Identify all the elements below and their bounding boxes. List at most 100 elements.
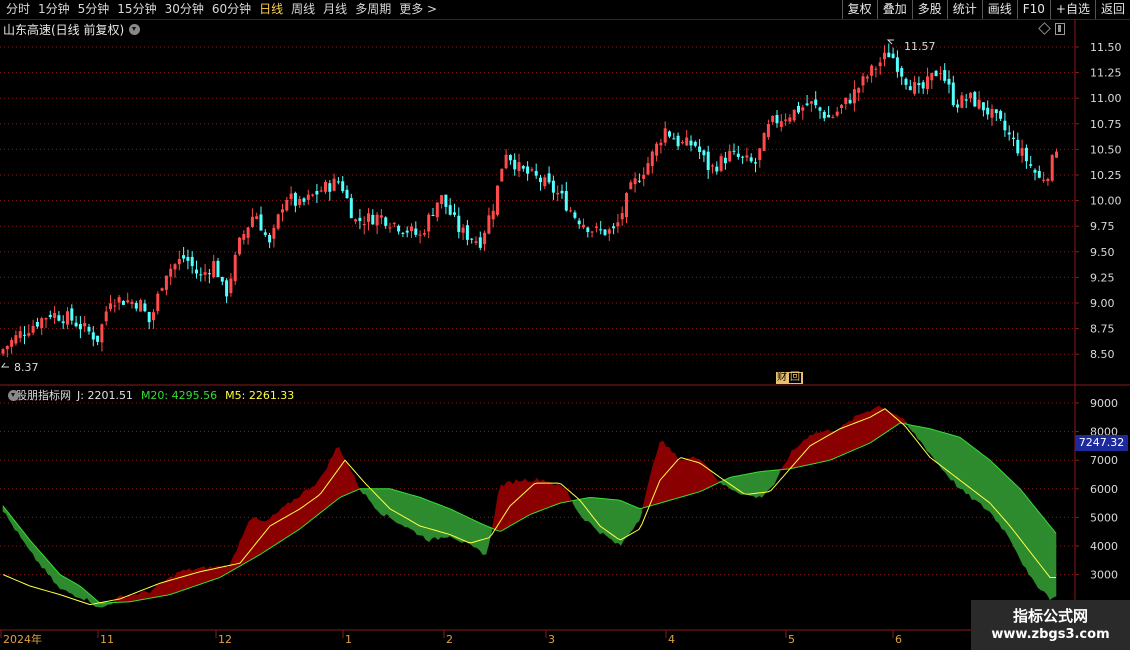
price-axis-label: 8.50: [1090, 348, 1115, 361]
price-axis-label: 10.75: [1090, 118, 1122, 131]
indicator-fill-segment: [1043, 517, 1048, 595]
indicator-fill-segment: [455, 511, 460, 542]
indicator-fill-segment: [806, 434, 811, 466]
indicator-fill-segment: [773, 469, 778, 485]
candle-up: [100, 324, 104, 343]
candle-down: [349, 198, 353, 219]
candle-down: [900, 68, 904, 77]
kline-chart[interactable]: 11.50 11.25 11.00 10.75 10.50 10.25 10.00 9.75 9…: [0, 0, 1130, 650]
indicator-fill-segment: [128, 595, 133, 603]
candle-down: [465, 225, 469, 240]
candle-up: [969, 92, 972, 99]
indicator-fill-segment: [437, 503, 442, 541]
indicator-fill-segment: [953, 435, 958, 488]
candle-up: [440, 195, 444, 204]
indicator-fill-segment: [338, 447, 343, 499]
indicator-fill-segment: [272, 513, 277, 547]
candle-up: [173, 264, 177, 270]
indicator-fill-segment: [194, 568, 199, 587]
candle-up: [250, 216, 254, 227]
indicator-fill-segment: [914, 425, 919, 439]
indicator-fill-segment: [776, 469, 781, 479]
indicator-fill-segment: [599, 498, 604, 535]
candle-down: [23, 334, 26, 336]
indicator-fill-segment: [866, 411, 871, 445]
candle-down: [216, 260, 220, 278]
candle-down: [405, 230, 409, 233]
indicator-fill-segment: [839, 423, 844, 457]
indicator-fill-segment: [659, 440, 664, 504]
price-axis-label: 9.75: [1090, 220, 1115, 233]
indicator-fill-segment: [422, 498, 427, 541]
indicator-fill-segment: [665, 446, 670, 502]
indicator-fill-segment: [641, 498, 646, 512]
candle-down: [848, 99, 852, 104]
candle-down: [182, 255, 186, 259]
candle-down: [414, 228, 418, 235]
candle-up: [719, 156, 723, 171]
indicator-fill-segment: [200, 566, 205, 585]
candle-up: [410, 226, 413, 232]
candle-down: [328, 183, 332, 192]
candle-up: [680, 142, 684, 144]
candle-up: [582, 224, 585, 228]
indicator-fill-segment: [365, 488, 370, 501]
indicator-fill-segment: [590, 497, 595, 528]
price-axis-label: 10.50: [1090, 143, 1122, 156]
candle-up: [913, 82, 917, 94]
candle-up: [530, 169, 534, 171]
candle-down: [947, 78, 951, 85]
indicator-fill-segment: [881, 408, 886, 436]
candle-down: [895, 57, 899, 72]
candle-up: [517, 162, 521, 171]
candle-down: [827, 114, 831, 118]
candle-down: [397, 225, 401, 232]
indicator-fill-segment: [623, 501, 628, 541]
indicator-fill-segment: [689, 456, 694, 495]
candle-up: [840, 104, 843, 109]
candle-down: [637, 180, 641, 182]
indicator-fill-segment: [797, 443, 802, 468]
indicator-fill-segment: [647, 473, 652, 507]
candle-up: [861, 76, 865, 86]
indicator-fill-segment: [173, 571, 178, 594]
candle-up: [246, 227, 250, 238]
indicator-fill-segment: [143, 590, 148, 600]
candle-up: [427, 214, 431, 232]
candle-up: [354, 219, 358, 222]
candle-down: [259, 214, 263, 231]
candle-down: [134, 302, 138, 309]
indicator-fill-segment: [917, 426, 922, 442]
indicator-fill-segment: [554, 483, 559, 506]
indicator-fill-segment: [683, 457, 688, 497]
indicator-fill-segment: [368, 488, 373, 504]
candle-down: [586, 227, 590, 232]
indicator-fill-segment: [299, 491, 304, 530]
indicator-fill-segment: [848, 420, 853, 453]
finance-badge[interactable]: 财 回: [776, 372, 803, 384]
finance-badge-cai: 财: [777, 372, 787, 383]
candle-down: [754, 162, 757, 164]
indicator-dropdown-icon[interactable]: [8, 390, 19, 401]
candle-up: [745, 155, 749, 158]
candle-down: [973, 91, 977, 107]
indicator-fill-segment: [863, 411, 868, 447]
indicator-fill-segment: [524, 478, 529, 518]
candle-up: [543, 177, 547, 187]
candle-down: [186, 256, 190, 261]
date-label: 12: [218, 633, 232, 646]
indicator-fill-segment: [617, 499, 622, 546]
candle-up: [27, 333, 31, 336]
candle-up: [594, 226, 598, 228]
candle-up: [306, 194, 310, 200]
candle-up: [642, 174, 646, 179]
indicator-fill-segment: [485, 525, 490, 555]
indicator-fill-segment: [446, 507, 451, 538]
watermark-url: www.zbgs3.com: [991, 627, 1110, 642]
candle-down: [693, 141, 697, 146]
indicator-fill-segment: [290, 498, 295, 536]
indicator-fill-segment: [920, 426, 925, 447]
candle-down: [220, 276, 224, 282]
candle-up: [177, 258, 181, 265]
indicator-fill-segment: [596, 497, 601, 535]
